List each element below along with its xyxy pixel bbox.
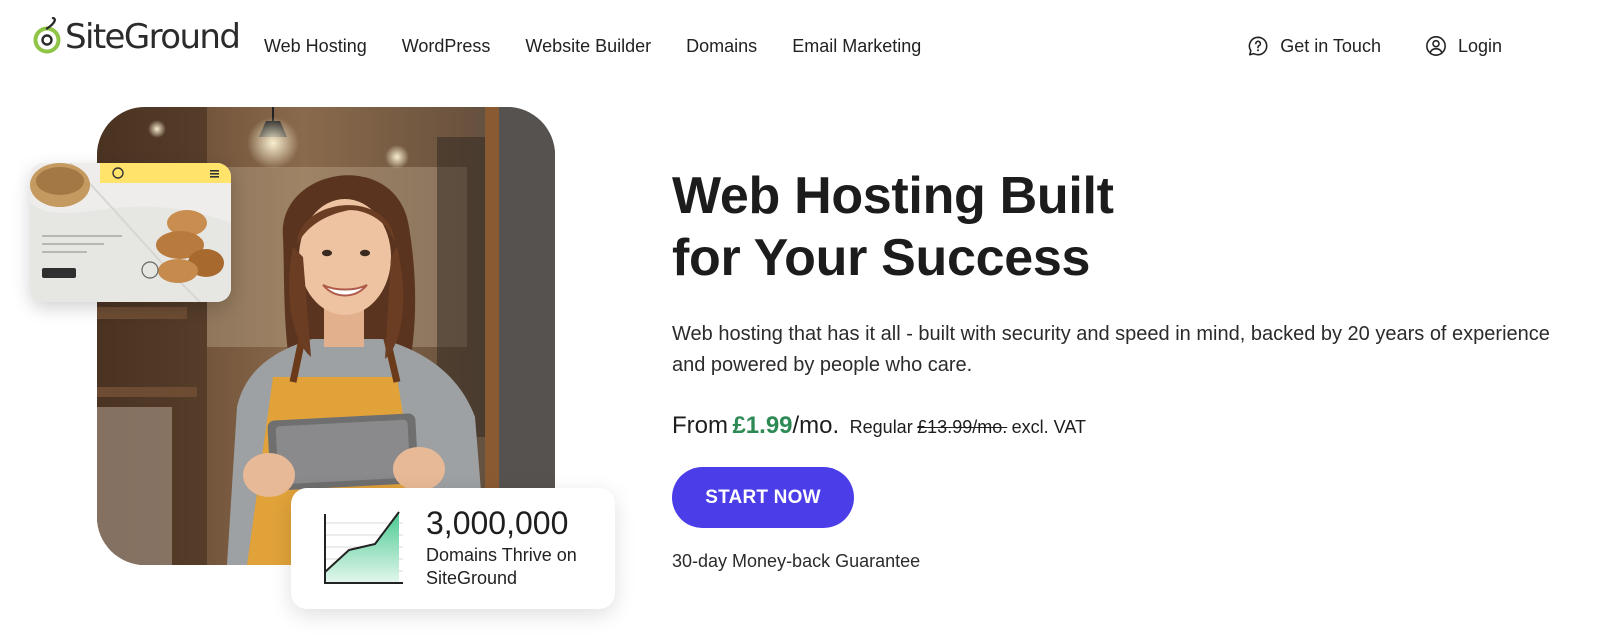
growth-chart-icon [324, 511, 403, 584]
nav-item-domains[interactable]: Domains [686, 34, 757, 58]
pricing-line: From £1.99/mo. Regular £13.99/mo. excl. … [672, 412, 1086, 440]
main-nav: Web Hosting WordPress Website Builder Do… [264, 34, 956, 58]
siteground-logo[interactable]: SiteGround [32, 14, 241, 60]
vat-note: excl. VAT [1011, 417, 1087, 437]
nav-item-wordpress[interactable]: WordPress [402, 34, 491, 58]
user-circle-icon [1426, 36, 1446, 56]
domains-caption: Domains Thrive on SiteGround [426, 545, 577, 588]
hero-subtext: Web hosting that has it all - built with… [672, 323, 1550, 376]
account-nav: Get in Touch Login [1247, 34, 1502, 58]
headline-line-1: Web Hosting Built [672, 167, 1114, 225]
regular-price-label: Regular [849, 417, 913, 437]
website-preview-card [30, 163, 231, 302]
bakery-website-mockup [30, 163, 231, 302]
start-now-button[interactable]: START NOW [672, 467, 854, 528]
price-from-label: From [672, 412, 728, 439]
siteground-swirl-icon [33, 17, 61, 54]
login-link[interactable]: Login [1425, 34, 1502, 58]
headline-line-2: for Your Success [672, 229, 1091, 287]
domains-stat-card: 3,000,000 Domains Thrive on SiteGround [291, 488, 615, 609]
get-in-touch-link[interactable]: Get in Touch [1247, 34, 1381, 58]
get-in-touch-label: Get in Touch [1280, 36, 1381, 56]
regular-price: £13.99/mo. [917, 417, 1008, 437]
price-amount: £1.99 [732, 412, 793, 439]
site-header: SiteGround Web Hosting WordPress Website… [0, 0, 1600, 95]
help-circle-icon [1248, 36, 1268, 56]
brand-name: SiteGround [65, 17, 241, 57]
nav-item-web-hosting[interactable]: Web Hosting [264, 34, 367, 58]
domains-count: 3,000,000 [426, 505, 569, 541]
hero-headline: Web Hosting Built for Your Success [672, 165, 1372, 289]
login-label: Login [1457, 36, 1502, 56]
money-back-guarantee: 30-day Money-back Guarantee [672, 551, 921, 571]
nav-item-website-builder[interactable]: Website Builder [525, 34, 651, 58]
nav-item-email-marketing[interactable]: Email Marketing [792, 34, 921, 58]
price-period: /mo. [792, 412, 840, 439]
